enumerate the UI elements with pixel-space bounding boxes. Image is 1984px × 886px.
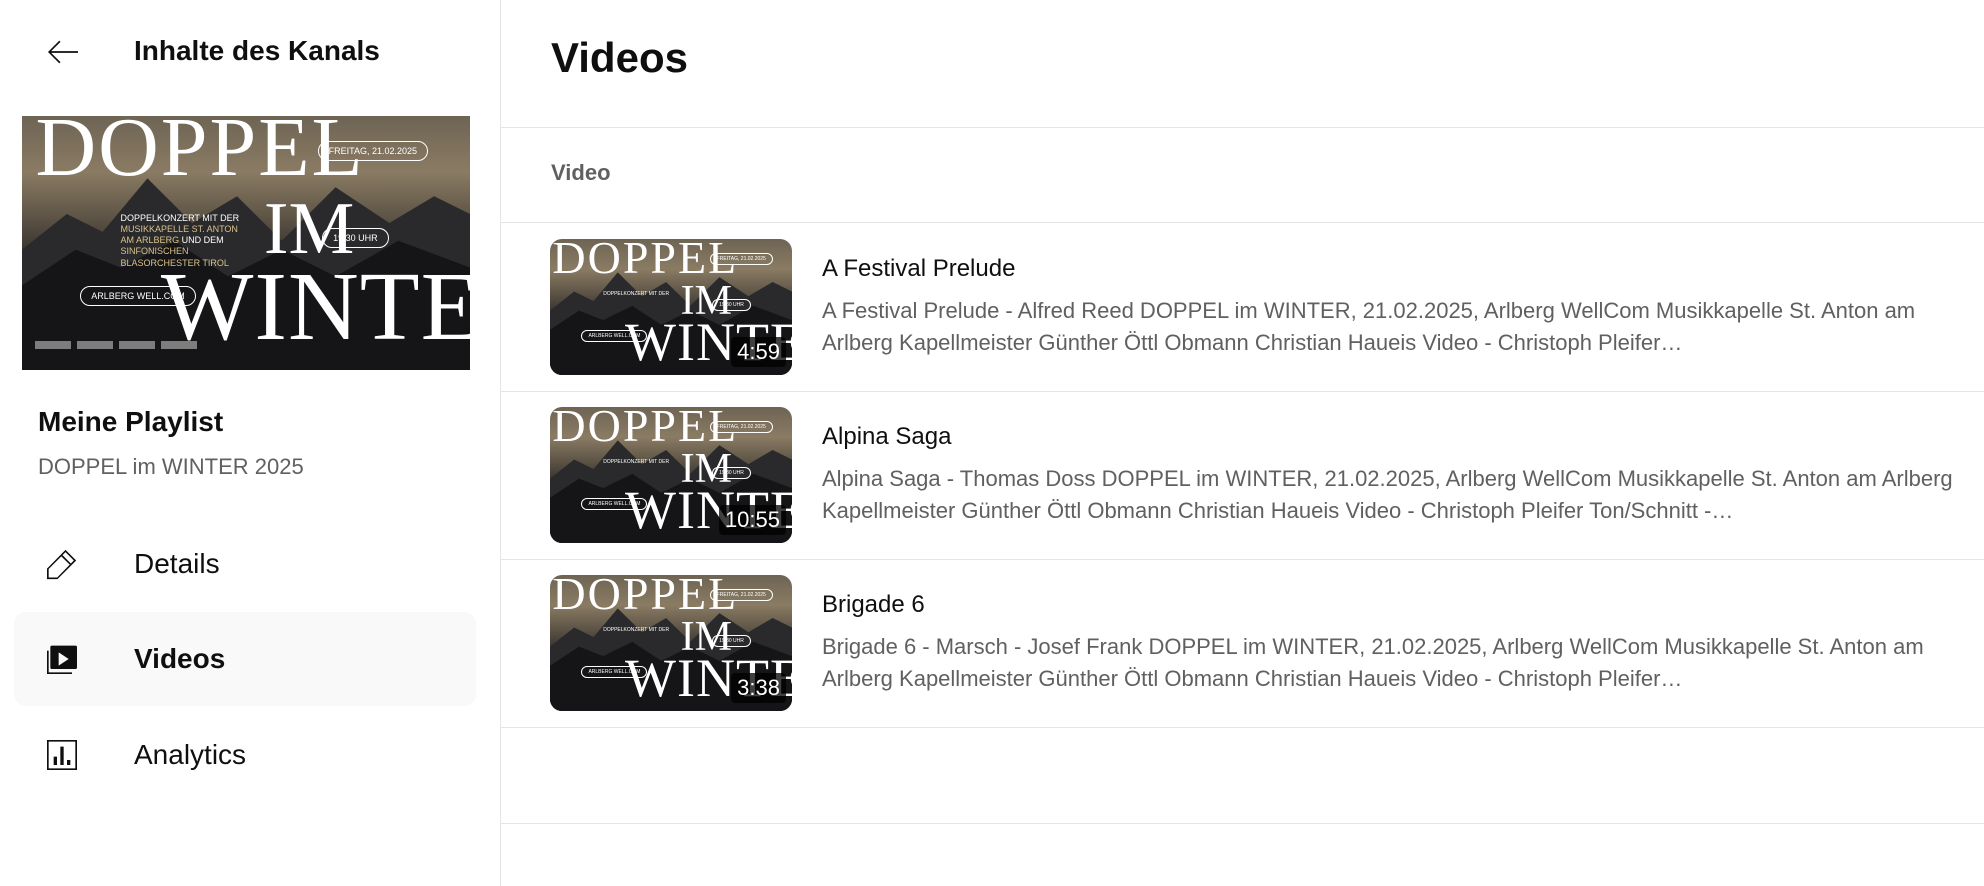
video-description: Alpina Saga - Thomas Doss DOPPEL im WINT… xyxy=(822,466,1953,523)
thumbnail-art: DOPPEL FREITAG, 21.02.2025 DOPPELKONZERT… xyxy=(22,116,470,370)
thumbnail-date: FREITAG, 21.02.2025 xyxy=(709,252,773,265)
divider xyxy=(501,127,1984,128)
video-thumbnail[interactable]: DOPPEL FREITAG, 21.02.2025 DOPPELKONZERT… xyxy=(550,239,792,375)
sidebar-item-analytics[interactable]: Analytics xyxy=(14,708,476,802)
video-title[interactable]: Brigade 6 xyxy=(822,591,925,619)
sidebar-title: Inhalte des Kanals xyxy=(134,35,380,66)
thumbnail-date: FREITAG, 21.02.2025 xyxy=(709,420,773,433)
video-duration: 4:59 xyxy=(731,337,786,367)
video-duration: 10:55 xyxy=(718,505,786,535)
page-title: Videos xyxy=(551,34,688,81)
video-description: Brigade 6 - Marsch - Josef Frank DOPPEL … xyxy=(822,634,1924,691)
thumbnail-date: FREITAG, 21.02.2025 xyxy=(709,588,773,601)
playlist-subtitle: DOPPEL im WINTER 2025 xyxy=(38,454,304,479)
thumbnail-time: 19:30 UHR xyxy=(712,298,751,311)
thumbnail-doppel-text: DOPPEL xyxy=(35,116,365,194)
thumbnail-winter-text: WINTER xyxy=(160,253,470,362)
thumbnail-date: FREITAG, 21.02.2025 xyxy=(317,141,429,162)
video-row[interactable]: DOPPEL FREITAG, 21.02.2025 DOPPELKONZERT… xyxy=(501,391,1984,559)
video-thumbnail[interactable]: DOPPEL FREITAG, 21.02.2025 DOPPELKONZERT… xyxy=(550,575,792,711)
sidebar-header: Inhalte des Kanals xyxy=(0,0,500,104)
playlist-title: Meine Playlist xyxy=(38,406,224,437)
main-content: Videos Video DOPPEL FREITAG, 21.02.2025 … xyxy=(501,0,1984,886)
thumbnail-body-text: DOPPELKONZERT MIT DER xyxy=(603,290,670,297)
thumbnail-time: 19:30 UHR xyxy=(712,466,751,479)
video-title[interactable]: A Festival Prelude xyxy=(822,255,1015,283)
arrow-back-icon xyxy=(48,40,78,64)
thumbnail-time: 19:30 UHR xyxy=(322,227,389,248)
pencil-icon xyxy=(40,542,84,586)
video-row[interactable]: DOPPEL FREITAG, 21.02.2025 DOPPELKONZERT… xyxy=(501,223,1984,391)
sidebar-item-videos[interactable]: Videos xyxy=(14,612,476,706)
video-library-icon xyxy=(40,637,84,681)
thumbnail-body-text: DOPPELKONZERT MIT DER xyxy=(603,458,670,465)
thumbnail-body-text: DOPPELKONZERT MIT DER xyxy=(603,626,670,633)
divider xyxy=(501,727,1984,728)
video-duration: 3:38 xyxy=(731,673,786,703)
analytics-icon xyxy=(40,733,84,777)
sidebar-item-label: Analytics xyxy=(134,739,247,770)
sidebar: Inhalte des Kanals DOPPEL FREITAG, 21.02… xyxy=(0,0,501,886)
playlist-thumbnail[interactable]: DOPPEL FREITAG, 21.02.2025 DOPPELKONZERT… xyxy=(22,116,470,370)
video-row[interactable]: DOPPEL FREITAG, 21.02.2025 DOPPELKONZERT… xyxy=(501,559,1984,727)
thumbnail-time: 19:30 UHR xyxy=(712,634,751,647)
sidebar-item-label: Videos xyxy=(134,643,226,674)
back-button[interactable] xyxy=(34,26,92,78)
column-header-video: Video xyxy=(551,160,611,185)
video-title[interactable]: Alpina Saga xyxy=(822,423,951,451)
video-description: A Festival Prelude - Alfred Reed DOPPEL … xyxy=(822,298,1916,355)
video-thumbnail[interactable]: DOPPEL FREITAG, 21.02.2025 DOPPELKONZERT… xyxy=(550,407,792,543)
sponsor-logos xyxy=(35,334,197,354)
sidebar-item-details[interactable]: Details xyxy=(14,517,476,611)
sidebar-item-label: Details xyxy=(134,548,220,579)
divider xyxy=(501,823,1984,824)
